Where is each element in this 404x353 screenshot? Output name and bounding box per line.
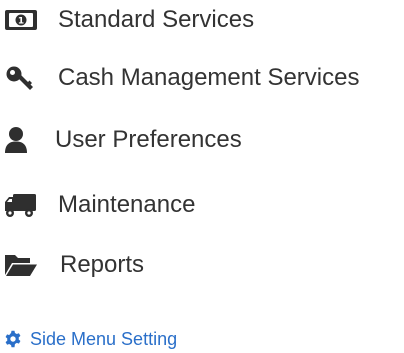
menu-item-label: Reports — [60, 251, 145, 278]
svg-text:1: 1 — [18, 17, 24, 27]
menu-item-label: Cash Management Services — [58, 64, 360, 91]
menu-item-label: Standard Services — [58, 6, 255, 33]
menu-item-label: Maintenance — [58, 191, 196, 218]
menu-item-maintenance[interactable]: Maintenance — [0, 185, 260, 225]
menu-item-user-preferences[interactable]: User Preferences — [0, 120, 300, 160]
menu-item-reports[interactable]: Reports — [0, 245, 200, 285]
truck-icon — [4, 191, 38, 219]
gear-icon — [4, 330, 22, 348]
folder-open-icon — [4, 251, 38, 279]
menu-item-standard-services[interactable]: 1 Standard Services — [0, 0, 300, 40]
menu-item-cash-management-services[interactable]: Cash Management Services — [0, 58, 400, 98]
user-icon — [4, 126, 38, 154]
key-icon — [4, 64, 38, 92]
money-bill-icon: 1 — [4, 6, 38, 34]
side-menu-setting-label: Side Menu Setting — [30, 328, 178, 349]
menu-item-label: User Preferences — [55, 126, 242, 153]
side-menu-setting-link[interactable]: Side Menu Setting — [4, 326, 177, 352]
side-menu: 1 Standard Services Cash Management Serv… — [0, 0, 404, 353]
